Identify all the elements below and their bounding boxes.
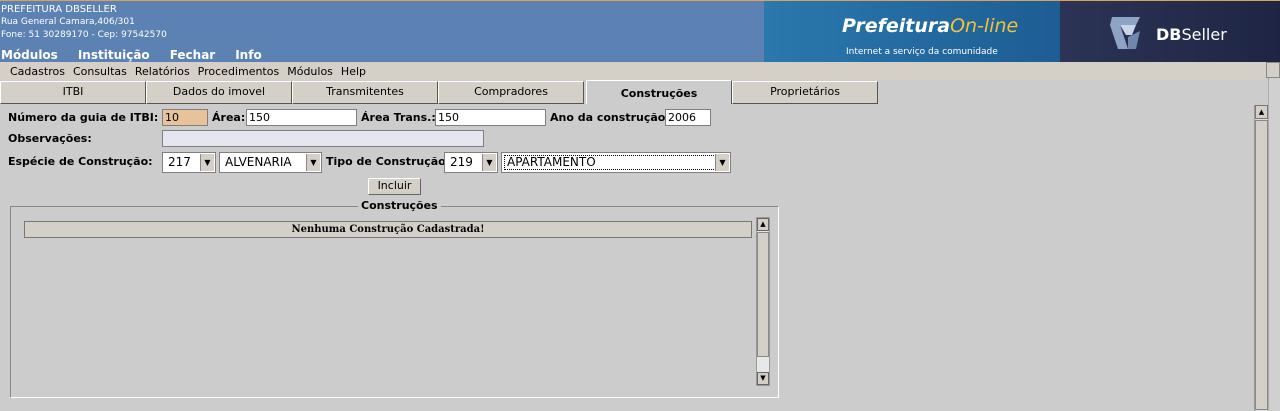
especie-code-select[interactable]: 217 ▼ — [162, 152, 216, 173]
grid-scrollbar[interactable]: ▲ ▼ — [756, 217, 770, 386]
area-label: Área: — [212, 111, 246, 124]
tab-itbi[interactable]: ITBI — [0, 81, 146, 104]
ano-label: Ano da construção: — [550, 111, 670, 124]
menu-relatorios[interactable]: Relatórios — [135, 65, 190, 78]
dbseller-logo-icon — [1110, 17, 1140, 49]
dbseller-wordmark: DBSeller — [1156, 25, 1227, 44]
tab-bar: ITBI Dados do imovel Transmitentes Compr… — [0, 80, 1280, 105]
header-banner: PrefeituraOn-line Internet a serviço da … — [764, 1, 1280, 62]
vendor-bold: DB — [1156, 25, 1182, 44]
tipo-code-select[interactable]: 219 ▼ — [444, 152, 498, 173]
chevron-down-icon: ▼ — [200, 154, 214, 171]
tipo-desc-select[interactable]: APARTAMENTO ▼ — [501, 152, 731, 173]
chevron-down-icon: ▼ — [482, 154, 496, 171]
top-menu-modulos[interactable]: Módulos — [1, 48, 58, 62]
especie-label: Espécie de Construção: — [8, 155, 153, 168]
especie-desc-value: ALVENARIA — [225, 155, 292, 169]
tipo-code-value: 219 — [450, 155, 473, 169]
page-scroll-thumb[interactable] — [1255, 120, 1268, 410]
page-scroll-up-icon[interactable]: ▲ — [1255, 105, 1268, 119]
menu-modulos[interactable]: Módulos — [287, 65, 333, 78]
outer-scroll-up-button[interactable] — [1266, 62, 1280, 78]
tipo-desc-value: APARTAMENTO — [507, 155, 596, 169]
top-menu-instituicao[interactable]: Instituição — [78, 48, 150, 62]
tab-compradores[interactable]: Compradores — [438, 81, 584, 104]
logo-online: On-line — [950, 15, 1019, 37]
obs-label: Observações: — [8, 132, 92, 145]
scroll-up-icon[interactable]: ▲ — [757, 218, 769, 231]
menu-consultas[interactable]: Consultas — [73, 65, 127, 78]
prefeitura-online-logo: PrefeituraOn-line — [842, 15, 1018, 37]
tipo-label: Tipo de Construção: — [326, 155, 451, 168]
tab-construcoes[interactable]: Construções — [586, 80, 732, 104]
construcoes-panel: Construções Nenhuma Construção Cadastrad… — [10, 199, 779, 398]
menu-help[interactable]: Help — [341, 65, 366, 78]
area-trans-field[interactable]: 150 — [435, 109, 546, 126]
app-header: PREFEITURA DBSELLER Rua General Camara,4… — [0, 0, 1280, 62]
guia-label: Número da guia de ITBI: — [8, 111, 159, 124]
logo-brand: Prefeitura — [842, 15, 951, 37]
especie-desc-select[interactable]: ALVENARIA ▼ — [219, 152, 322, 173]
menu-procedimentos[interactable]: Procedimentos — [198, 65, 280, 78]
top-menu-info[interactable]: Info — [235, 48, 261, 62]
app-menu-bar: Cadastros Consultas Relatórios Procedime… — [0, 62, 1266, 80]
ano-field[interactable]: 2006 — [665, 109, 711, 126]
empty-grid-message: Nenhuma Construção Cadastrada! — [24, 221, 752, 238]
especie-code-value: 217 — [168, 155, 191, 169]
chevron-down-icon: ▼ — [306, 154, 320, 171]
vendor-light: Seller — [1181, 25, 1227, 44]
org-address: Rua General Camara,406/301 — [1, 17, 135, 27]
area-field[interactable]: 150 — [246, 109, 357, 126]
org-phone: Fone: 51 30289170 - Cep: 97542570 — [1, 30, 167, 40]
grid-scroll-thumb[interactable] — [757, 232, 769, 357]
chevron-down-icon: ▼ — [715, 154, 729, 171]
guia-field[interactable]: 10 — [162, 109, 208, 126]
logo-tagline: Internet a serviço da comunidade — [846, 47, 998, 57]
menu-cadastros[interactable]: Cadastros — [10, 65, 65, 78]
top-menu-fechar[interactable]: Fechar — [170, 48, 216, 62]
obs-field[interactable] — [162, 130, 484, 147]
outer-scrollbar[interactable] — [1268, 78, 1280, 411]
org-name: PREFEITURA DBSELLER — [1, 4, 117, 15]
scroll-down-icon[interactable]: ▼ — [757, 372, 769, 385]
page-scrollbar[interactable]: ▲ — [1254, 105, 1268, 411]
tab-proprietarios[interactable]: Proprietários — [732, 81, 878, 104]
tab-transmitentes[interactable]: Transmitentes — [292, 81, 438, 104]
top-menu: Módulos Instituição Fechar Info — [0, 48, 282, 62]
tab-dados-imovel[interactable]: Dados do imovel — [146, 81, 292, 104]
area-trans-label: Área Trans.: — [361, 111, 436, 124]
construcoes-legend: Construções — [358, 199, 441, 213]
incluir-button[interactable]: Incluir — [368, 178, 421, 195]
